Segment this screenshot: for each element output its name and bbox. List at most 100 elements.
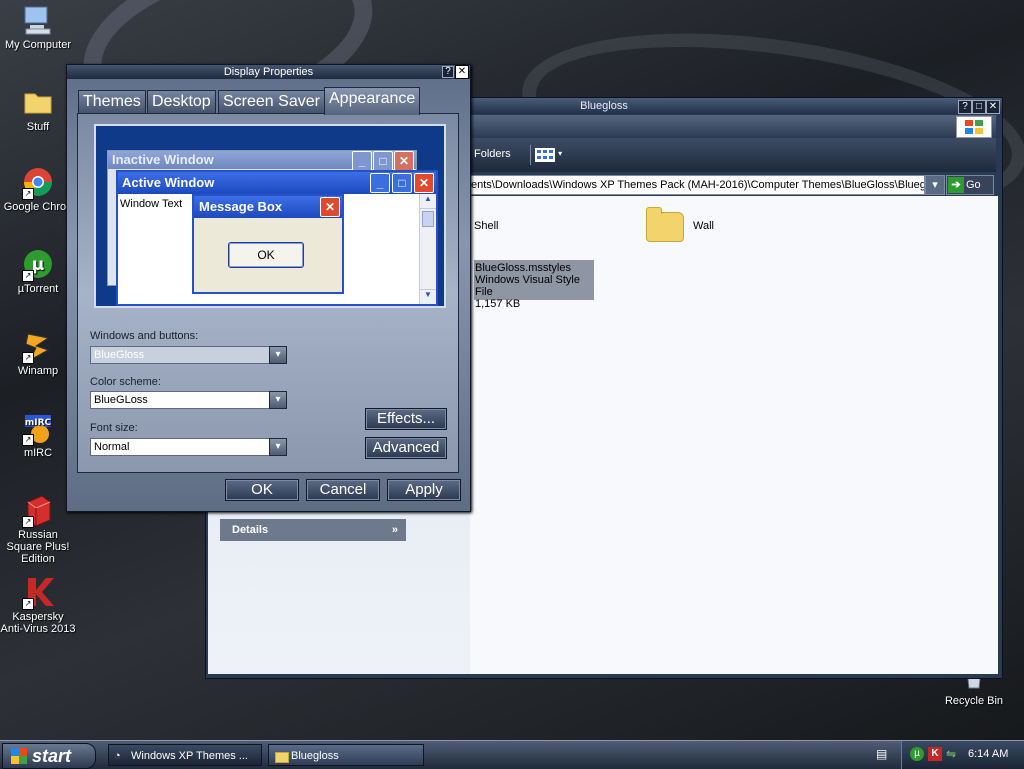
utorrent-tray-icon[interactable]: µ <box>910 747 924 761</box>
windows-buttons-dropdown-button[interactable]: ▾ <box>269 346 287 364</box>
start-button[interactable]: start <box>2 743 96 769</box>
ok-button[interactable]: OK <box>225 479 299 501</box>
taskbar-item-label: Windows XP Themes ... <box>131 750 248 762</box>
windows-buttons-label: Windows and buttons: <box>90 330 199 342</box>
taskbar-item-label: Bluegloss <box>291 750 339 762</box>
display-properties-dialog[interactable]: Display Properties ? ✕ Themes Desktop Sc… <box>66 64 471 512</box>
taskbar: start ◔ Windows XP Themes ... Bluegloss … <box>0 740 1024 769</box>
color-scheme-label: Color scheme: <box>90 376 161 388</box>
appearance-preview: Inactive Window _ □ ✕ Active Window _ □ … <box>94 124 446 308</box>
russian-square-icon: ↗ <box>22 494 54 528</box>
kaspersky-tray-icon[interactable]: K <box>928 747 942 761</box>
go-arrow-icon: ➔ <box>948 177 964 193</box>
windows-buttons-select[interactable]: BlueGloss <box>90 346 271 364</box>
desktop-icon-label: Recycle Bin <box>944 695 1004 707</box>
clock[interactable]: 6:14 AM <box>968 748 1008 760</box>
desktop-icon-kaspersky[interactable]: ↗ Kaspersky Anti-Virus 2013 <box>0 576 76 635</box>
font-size-label: Font size: <box>90 422 138 434</box>
preview-scrollbar: ▲ ▼ <box>419 194 436 304</box>
apply-button[interactable]: Apply <box>387 479 461 501</box>
desktop-icon-label: Stuff <box>26 121 50 133</box>
shortcut-arrow-icon: ↗ <box>22 434 34 446</box>
close-icon: ✕ <box>414 173 434 193</box>
chrome-icon: ↗ <box>22 166 54 200</box>
details-section-header[interactable]: Details » <box>220 519 406 541</box>
maximize-button[interactable]: □ <box>972 100 986 114</box>
desktop-icon-utorrent[interactable]: µ ↗ µTorrent <box>0 248 76 295</box>
utorrent-icon: µ ↗ <box>22 248 54 282</box>
desktop-icon-chrome[interactable]: ↗ Google Chron <box>0 166 76 213</box>
file-type: Windows Visual Style File <box>475 274 580 298</box>
close-icon: ✕ <box>320 197 340 217</box>
taskbar-item-display-properties[interactable]: ◔ Windows XP Themes ... <box>108 744 262 766</box>
maximize-icon: □ <box>373 151 393 171</box>
minimize-icon: _ <box>370 173 390 193</box>
advanced-button[interactable]: Advanced <box>365 437 447 459</box>
folders-button[interactable]: Folders <box>474 148 511 160</box>
start-label: start <box>32 746 72 766</box>
address-dropdown-button[interactable]: ▾ <box>925 175 945 195</box>
help-button[interactable]: ? <box>958 100 972 114</box>
tab-appearance[interactable]: Appearance <box>324 87 421 115</box>
file-item-selected[interactable]: BlueGloss.msstyles Windows Visual Style … <box>474 260 594 310</box>
file-name: Wall <box>693 220 714 232</box>
maximize-icon: □ <box>392 173 412 193</box>
desktop-icon-my-computer[interactable]: My Computer <box>0 4 76 51</box>
desktop-icon-label: My Computer <box>4 39 72 51</box>
tab-screen-saver[interactable]: Screen Saver <box>218 90 325 114</box>
folder-icon <box>22 86 54 118</box>
system-tray: µ K ⇋ 6:14 AM <box>901 741 1024 769</box>
cancel-button[interactable]: Cancel <box>306 479 380 501</box>
shortcut-arrow-icon: ↗ <box>22 516 34 528</box>
address-bar: ents\Downloads\Windows XP Themes Pack (M… <box>470 175 996 195</box>
tab-desktop[interactable]: Desktop <box>147 90 216 114</box>
folder-icon <box>646 207 684 242</box>
help-button[interactable]: ? <box>442 66 454 78</box>
menu-bar <box>470 115 996 138</box>
tab-themes[interactable]: Themes <box>78 90 146 114</box>
desktop-icon-winamp[interactable]: ↗ Winamp <box>0 330 76 377</box>
file-name: BlueGloss.msstyles <box>475 262 571 274</box>
kaspersky-icon: ↗ <box>22 576 54 610</box>
computer-icon <box>22 4 54 36</box>
address-input[interactable]: ents\Downloads\Windows XP Themes Pack (M… <box>470 175 925 195</box>
preview-ok-button: OK <box>228 242 304 268</box>
effects-button[interactable]: Effects... <box>365 408 447 430</box>
views-button[interactable]: ▾ <box>530 145 565 165</box>
color-scheme-dropdown-button[interactable]: ▾ <box>269 391 287 409</box>
file-name: Shell <box>474 220 499 232</box>
close-button[interactable]: ✕ <box>986 100 1000 114</box>
font-size-dropdown-button[interactable]: ▾ <box>269 438 287 456</box>
views-icon <box>535 148 555 162</box>
shortcut-arrow-icon: ↗ <box>22 352 34 364</box>
desktop-icon-label: µTorrent <box>17 283 59 295</box>
desktop-icon-russian-square[interactable]: ↗ Russian Square Plus! Edition <box>0 494 76 565</box>
file-item-wall[interactable]: Wall <box>646 207 766 246</box>
folder-icon <box>275 752 289 763</box>
appearance-panel: Inactive Window _ □ ✕ Active Window _ □ … <box>77 113 459 473</box>
windows-logo-icon <box>956 116 992 138</box>
keyboard-icon[interactable]: ▤ <box>876 747 887 761</box>
windows-logo-icon <box>11 748 27 764</box>
minimize-icon: _ <box>352 151 372 171</box>
shortcut-arrow-icon: ↗ <box>22 598 34 610</box>
go-label: Go <box>966 179 981 191</box>
explorer-toolbar: Folders ▾ <box>470 138 996 172</box>
desktop-icon-stuff[interactable]: Stuff <box>0 86 76 133</box>
desktop-icon-mirc[interactable]: mIRC ↗ mIRC <box>0 412 76 459</box>
desktop-icon-label: Russian Square Plus! Edition <box>6 529 70 565</box>
details-label: Details <box>232 524 269 536</box>
file-item-shell[interactable]: Shell <box>474 220 498 232</box>
network-tray-icon[interactable]: ⇋ <box>946 747 956 761</box>
go-button[interactable]: ➔ Go <box>946 175 994 195</box>
close-icon: ✕ <box>394 151 414 171</box>
mirc-icon: mIRC ↗ <box>22 412 54 446</box>
shortcut-arrow-icon: ↗ <box>22 270 34 282</box>
taskbar-item-bluegloss[interactable]: Bluegloss <box>268 744 424 766</box>
color-scheme-select[interactable]: BlueGLoss <box>90 391 271 409</box>
preview-message-box: Message Box ✕ OK <box>192 194 344 294</box>
shortcut-arrow-icon: ↗ <box>22 188 34 200</box>
close-button[interactable]: ✕ <box>455 65 469 79</box>
font-size-select[interactable]: Normal <box>90 438 271 456</box>
chevron-double-down-icon[interactable]: » <box>392 519 398 541</box>
